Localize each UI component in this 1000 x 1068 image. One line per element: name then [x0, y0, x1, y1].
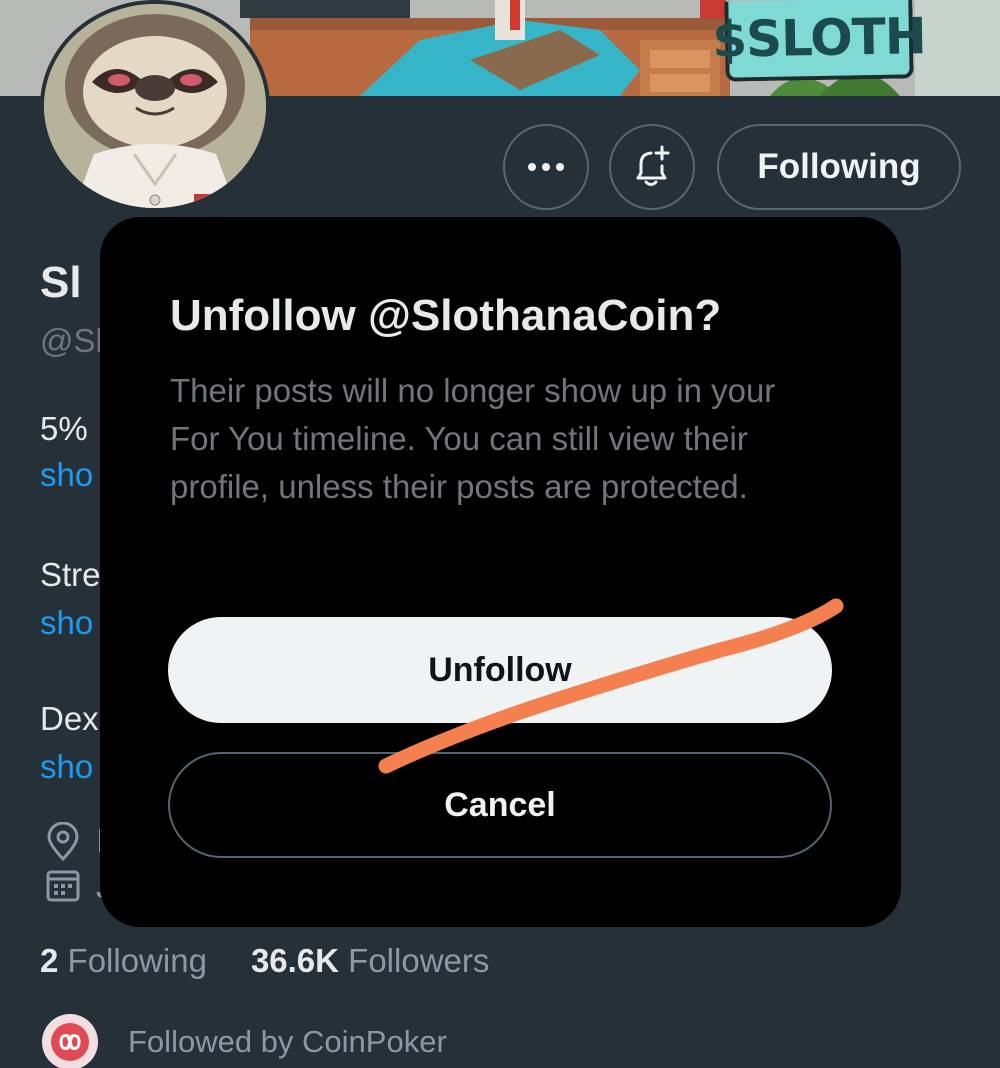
calendar-icon	[46, 870, 80, 902]
show-more-link[interactable]: sho	[40, 456, 93, 494]
following-count-link[interactable]: 2 Following	[40, 942, 207, 979]
banner-sloth-tag: $SLOTH	[712, 0, 926, 82]
dialog-body: Their posts will no longer show up in yo…	[170, 372, 776, 505]
followed-by-row[interactable]: Followed by CoinPoker	[42, 1014, 447, 1068]
following-count: 2	[40, 942, 59, 979]
more-horizontal-icon	[528, 163, 564, 171]
coinpoker-avatar	[42, 1014, 98, 1068]
cancel-button[interactable]: Cancel	[168, 752, 832, 858]
followed-by-text: Followed by CoinPoker	[128, 1024, 447, 1059]
follow-stats: 2 Following 36.6K Followers	[40, 942, 489, 980]
followers-count-link[interactable]: 36.6K Followers	[251, 942, 489, 979]
profile-handle: @Sl	[40, 322, 103, 359]
coinpoker-logo-icon	[51, 1023, 89, 1061]
bio-line: 5%	[40, 410, 88, 447]
show-more-link[interactable]: sho	[40, 604, 93, 642]
bell-plus-icon	[636, 145, 670, 186]
followers-label: Followers	[348, 942, 490, 979]
dialog-title: Unfollow @SlothanaCoin?	[170, 291, 722, 340]
following-button[interactable]: Following	[717, 124, 961, 210]
bio-line: Stre	[40, 556, 101, 593]
location-icon	[47, 822, 79, 862]
show-more-link[interactable]: sho	[40, 748, 93, 786]
sloth-avatar-image	[44, 4, 266, 208]
profile-name: Sl	[40, 258, 82, 307]
unfollow-dialog: Unfollow @SlothanaCoin? Their posts will…	[100, 217, 901, 927]
unfollow-button[interactable]: Unfollow	[168, 617, 832, 723]
notifications-button[interactable]	[609, 124, 695, 210]
following-label: Following	[67, 942, 207, 979]
bio-line: Dex	[40, 700, 99, 737]
followers-count: 36.6K	[250, 942, 339, 979]
more-options-button[interactable]	[503, 124, 589, 210]
profile-avatar[interactable]	[40, 0, 270, 212]
